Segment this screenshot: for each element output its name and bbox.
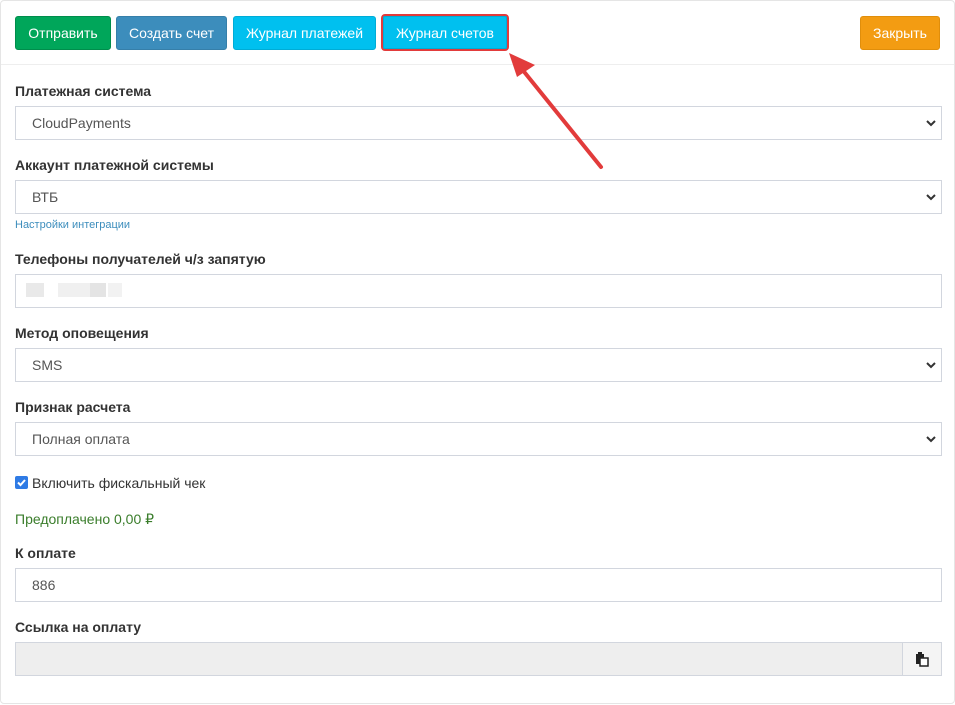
- notify-method-value: SMS: [32, 357, 63, 373]
- create-invoice-button[interactable]: Создать счет: [116, 16, 227, 50]
- fiscal-checkbox[interactable]: [15, 476, 28, 489]
- chevron-down-icon: [926, 194, 936, 201]
- pay-link-input[interactable]: [15, 642, 903, 676]
- amount-label: К оплате: [15, 545, 76, 561]
- payments-log-button[interactable]: Журнал платежей: [233, 16, 376, 50]
- account-label: Аккаунт платежной системы: [15, 157, 214, 173]
- invoices-log-button[interactable]: Журнал счетов: [381, 14, 509, 51]
- integration-settings-link[interactable]: Настройки интеграции: [15, 219, 130, 231]
- checkmark-icon: [17, 479, 26, 487]
- amount-value: 886: [32, 577, 56, 593]
- prepaid-text: Предоплачено 0,00 ₽: [15, 511, 155, 527]
- blurred-value: [108, 283, 122, 297]
- chevron-down-icon: [926, 120, 936, 127]
- notify-method-label: Метод оповещения: [15, 325, 149, 341]
- chevron-down-icon: [926, 436, 936, 443]
- copy-link-button[interactable]: [902, 642, 942, 676]
- payment-sign-label: Признак расчета: [15, 399, 131, 415]
- account-value: ВТБ: [32, 189, 59, 205]
- send-button[interactable]: Отправить: [15, 16, 111, 50]
- modal-toolbar: Отправить Создать счет Журнал платежей Ж…: [1, 1, 954, 65]
- phones-input[interactable]: [15, 274, 942, 308]
- phones-label: Телефоны получателей ч/з запятую: [15, 251, 266, 267]
- account-select[interactable]: ВТБ: [15, 180, 942, 214]
- notify-method-select[interactable]: SMS: [15, 348, 942, 382]
- invoices-log-label: Журнал счетов: [383, 16, 507, 49]
- payment-sign-select[interactable]: Полная оплата: [15, 422, 942, 456]
- blurred-value: [26, 283, 44, 297]
- fiscal-checkbox-label[interactable]: Включить фискальный чек: [32, 475, 205, 491]
- payment-system-value: CloudPayments: [32, 115, 131, 131]
- copy-icon: [916, 651, 929, 667]
- close-button[interactable]: Закрыть: [860, 16, 940, 50]
- amount-input[interactable]: 886: [15, 568, 942, 602]
- payment-sign-value: Полная оплата: [32, 431, 130, 447]
- payment-modal: Отправить Создать счет Журнал платежей Ж…: [0, 0, 955, 704]
- blurred-value: [90, 283, 106, 297]
- chevron-down-icon: [926, 362, 936, 369]
- pay-link-label: Ссылка на оплату: [15, 619, 142, 635]
- payment-system-select[interactable]: CloudPayments: [15, 106, 942, 140]
- payment-system-label: Платежная система: [15, 83, 152, 99]
